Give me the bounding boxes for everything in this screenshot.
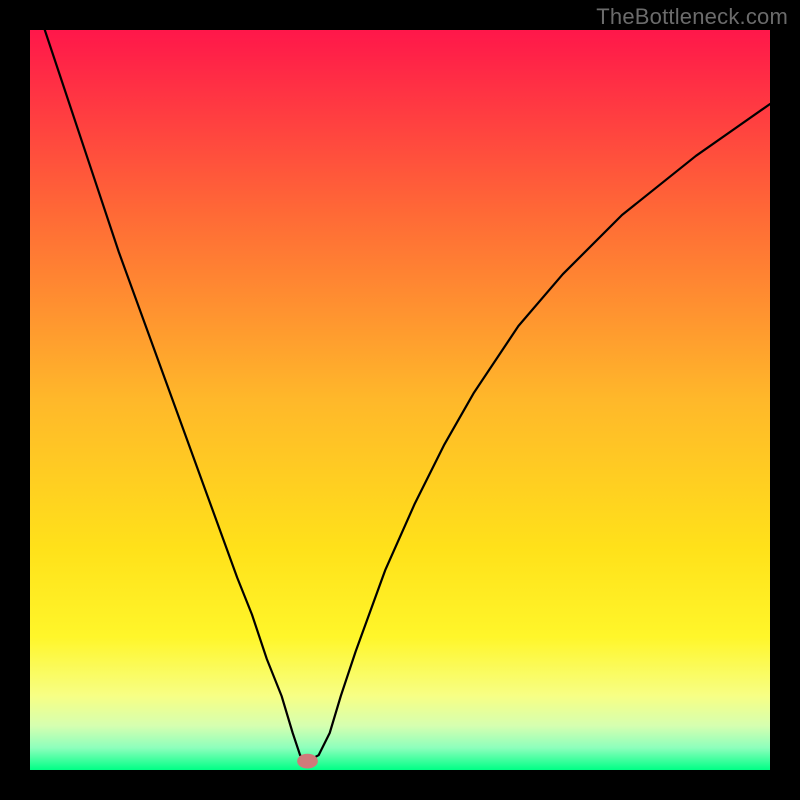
watermark-label: TheBottleneck.com <box>596 4 788 30</box>
chart-frame: TheBottleneck.com <box>0 0 800 800</box>
chart-svg <box>30 30 770 770</box>
plot-area <box>30 30 770 770</box>
optimal-point-marker <box>297 754 318 769</box>
gradient-background <box>30 30 770 770</box>
